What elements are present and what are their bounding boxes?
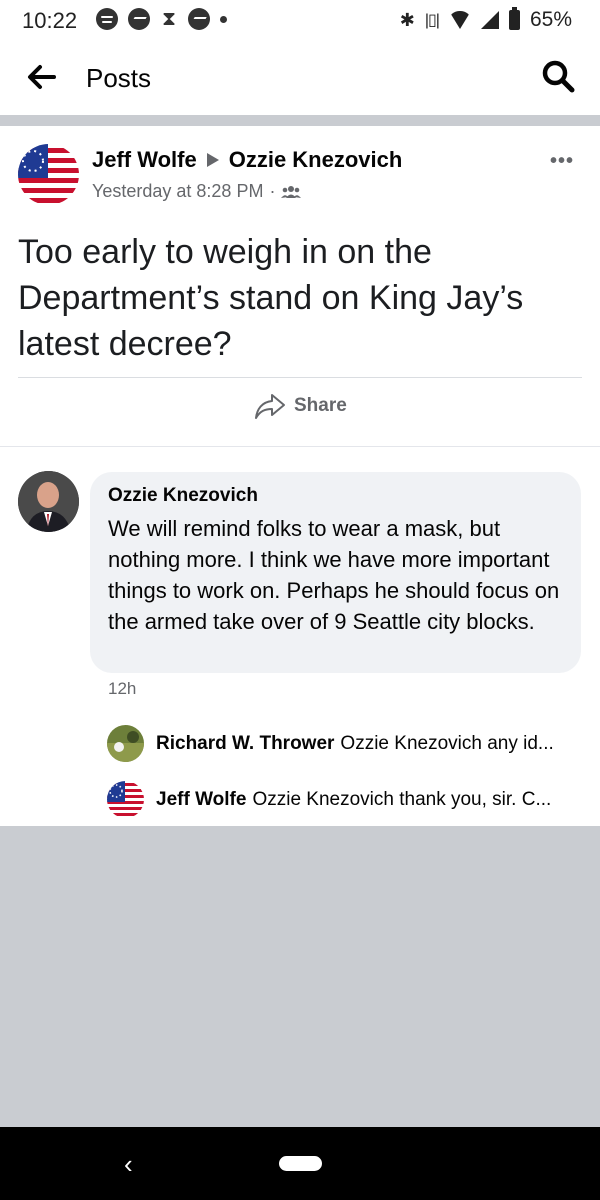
- arrow-left-icon: [28, 65, 56, 89]
- reply-author: Jeff Wolfe: [156, 788, 247, 810]
- profile-photo-icon: [18, 471, 79, 532]
- share-label: Share: [294, 395, 347, 416]
- post-author-line: Jeff Wolfe Ozzie Knezovich: [92, 147, 402, 173]
- wifi-icon: [448, 11, 471, 29]
- reply-item[interactable]: Richard W. Thrower Ozzie Knezovich any id…: [107, 725, 554, 762]
- system-nav-bar: ‹: [0, 1127, 600, 1200]
- post-meta: Yesterday at 8:28 PM ·: [92, 181, 302, 202]
- avatar[interactable]: [18, 144, 79, 205]
- avatar[interactable]: [18, 471, 79, 532]
- post-text: Too early to weigh in on the Department’…: [18, 233, 524, 363]
- reply-item[interactable]: Jeff Wolfe Ozzie Knezovich thank you, sir…: [107, 781, 551, 818]
- comment-text: We will remind folks to wear a mask, but…: [108, 516, 560, 634]
- search-icon: [542, 60, 575, 93]
- post-timestamp[interactable]: Yesterday at 8:28 PM: [92, 181, 263, 202]
- search-button[interactable]: [540, 58, 576, 94]
- share-icon: [255, 394, 285, 419]
- more-options-button[interactable]: •••: [550, 150, 574, 173]
- hourglass-icon: ⧗: [161, 8, 177, 30]
- battery-percent: 65%: [529, 8, 572, 31]
- reply-text: Jeff Wolfe Ozzie Knezovich thank you, sir…: [156, 789, 551, 811]
- battery-icon: [508, 7, 520, 30]
- reply-author: Richard W. Thrower: [156, 732, 335, 754]
- status-bar: 10:22 ⧗ ✱ |▯| 65%: [0, 0, 600, 38]
- messenger-icon: [128, 8, 150, 30]
- spotify-icon: [96, 8, 118, 30]
- avatar: [107, 725, 144, 762]
- reply-snippet: Ozzie Knezovich thank you, sir. C...: [252, 788, 552, 810]
- app-header: Posts: [0, 38, 600, 115]
- post-target[interactable]: Ozzie Knezovich: [229, 147, 403, 173]
- vibrate-icon: |▯|: [424, 12, 440, 29]
- status-time: 10:22: [22, 8, 78, 33]
- group-icon: [281, 185, 302, 198]
- reply-text: Richard W. Thrower Ozzie Knezovich any id…: [156, 733, 554, 755]
- post-card: Jeff Wolfe Ozzie Knezovich Yesterday at …: [0, 126, 600, 446]
- profile-photo-icon: [107, 725, 144, 762]
- post-author[interactable]: Jeff Wolfe: [92, 147, 197, 173]
- nav-home-pill[interactable]: [279, 1156, 322, 1171]
- notification-icons: ⧗: [96, 8, 227, 30]
- bluetooth-icon: ✱: [399, 9, 415, 30]
- reply-snippet: Ozzie Knezovich any id...: [340, 732, 554, 754]
- messenger-icon: [188, 8, 210, 30]
- comment-author[interactable]: Ozzie Knezovich: [108, 485, 563, 507]
- comment-bubble[interactable]: Ozzie Knezovich We will remind folks to …: [90, 472, 581, 673]
- page-title: Posts: [86, 63, 152, 93]
- system-icons: ✱ |▯| 65%: [399, 7, 572, 32]
- comments-section: Ozzie Knezovich We will remind folks to …: [0, 446, 600, 826]
- avatar: [107, 781, 144, 818]
- nav-back-icon[interactable]: ‹: [124, 1149, 133, 1180]
- back-button[interactable]: [26, 62, 58, 92]
- dot-icon: [220, 15, 227, 23]
- meta-separator: ·: [269, 181, 276, 201]
- arrow-right-icon: [206, 153, 219, 167]
- feed-separator: [0, 115, 600, 126]
- share-button[interactable]: Share: [254, 392, 347, 420]
- betsy-ross-flag-icon: [107, 781, 144, 818]
- comment-time[interactable]: 12h: [108, 679, 136, 699]
- divider: [18, 377, 582, 378]
- signal-icon: [480, 11, 499, 29]
- betsy-ross-flag-icon: [18, 144, 79, 205]
